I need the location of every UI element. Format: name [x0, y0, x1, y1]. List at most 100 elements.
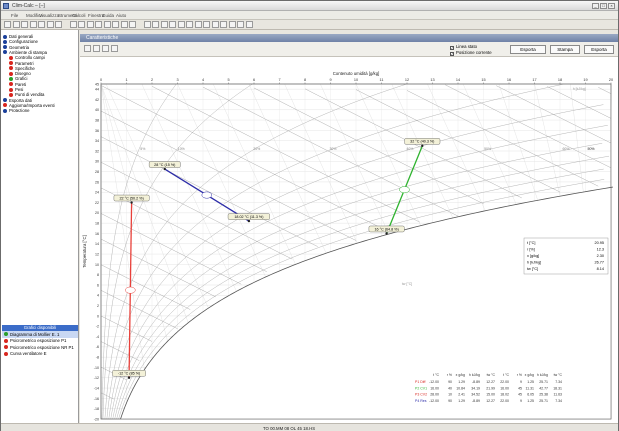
toolbar-icon[interactable] — [69, 21, 77, 28]
info-value: 8.14 — [597, 267, 604, 271]
table-cell: 9 — [520, 380, 522, 384]
toolbar-icon[interactable] — [143, 21, 151, 28]
toolbar-icon[interactable] — [237, 21, 244, 28]
status-dot-icon — [3, 34, 7, 39]
y-tick-label: 38 — [95, 118, 99, 122]
table-cell: 18.02 — [500, 393, 509, 397]
psychrometric-chart[interactable]: 45 44 42 40 38 36 34 32 30 28 26 24 22 20 18 16 14 12 10 8 6… — [80, 57, 618, 423]
settings-icon[interactable] — [111, 45, 118, 52]
table-cell: 34.52 — [471, 393, 480, 397]
toolbar-icon[interactable] — [186, 21, 193, 28]
toolbar-icon[interactable] — [228, 21, 236, 28]
y-tick-label: -14 — [94, 386, 99, 390]
y-tick-label: -4 — [96, 335, 99, 339]
toolbar-icon[interactable] — [211, 21, 219, 28]
x-tick-label: 8 — [304, 78, 306, 82]
toolbar-icon[interactable] — [194, 21, 202, 28]
app-window: Clim-Calc – [–] _ □ × File Modifica Visual… — [0, 0, 619, 431]
table-cell: 2.41 — [458, 393, 465, 397]
maximize-button[interactable]: □ — [600, 3, 607, 9]
toolbar-icon[interactable] — [4, 21, 11, 28]
y-tick-label: -12 — [94, 376, 99, 380]
rh-label: 30% — [329, 147, 336, 151]
tree-item-label: Aggiorna/Importa eventi — [9, 102, 55, 108]
toolbar-icon[interactable] — [169, 21, 176, 28]
state-point — [421, 144, 424, 148]
x-tick-label: 0 — [100, 78, 102, 82]
table-cell: 90 — [448, 399, 452, 403]
toolbar-icon[interactable] — [38, 21, 45, 28]
export-button[interactable]: Esporta — [510, 45, 546, 54]
check-label-1: Linea stato — [456, 44, 478, 49]
toolbar-icon[interactable] — [21, 21, 28, 28]
print-icon[interactable] — [84, 45, 91, 52]
table-header: h kJ/kg — [537, 373, 548, 377]
chart-list-item[interactable]: Curva ventilatore E — [2, 351, 78, 358]
chart-list-label: Diagramma di Mollier E. 1 — [10, 331, 60, 337]
x-tick-label: 12 — [405, 78, 409, 82]
toolbar-icon[interactable] — [95, 21, 102, 28]
status-dot-icon — [9, 76, 13, 81]
toolbar-icon[interactable] — [129, 21, 136, 28]
enthalpy-label: h [kJ/kg] — [573, 87, 586, 91]
toolbar-icon[interactable] — [152, 21, 159, 28]
tree-item-label: Configurazione — [9, 39, 38, 45]
toolbar-icon[interactable] — [86, 21, 94, 28]
menu-item-6[interactable]: Guida — [102, 13, 114, 18]
menu-item-7[interactable]: Aiuto — [116, 13, 126, 18]
panel-title: Caratteristiche — [80, 34, 618, 42]
toolbar-icon[interactable] — [220, 21, 227, 28]
rh-label: 50% — [484, 147, 491, 151]
toolbar-icon[interactable] — [245, 21, 253, 28]
print-button[interactable]: Stampa — [550, 45, 580, 54]
y-tick-label: 6 — [97, 283, 99, 287]
menu-item-4[interactable]: Calcoli — [72, 13, 86, 18]
check-current-position[interactable]: ✓ Posizione corrente — [450, 50, 492, 56]
rh-label: 70% — [588, 147, 595, 151]
info-value: 26.77 — [594, 261, 604, 265]
data-table-bg — [410, 371, 610, 404]
toolbar-icon[interactable] — [203, 21, 210, 28]
tree-item[interactable]: Protezione — [3, 108, 30, 114]
state-point — [385, 232, 388, 235]
toolbar-icon[interactable] — [78, 21, 85, 28]
chart-list-label: Psicrometrico esposizione NR P1 — [10, 344, 74, 350]
x-tick-label: 15 — [481, 78, 485, 82]
toolbar-icon[interactable] — [177, 21, 185, 28]
toolbar-icon[interactable] — [29, 21, 37, 28]
toolbar-icon[interactable] — [103, 21, 111, 28]
y-tick-label: 22 — [95, 201, 99, 205]
toolbar-icon[interactable] — [55, 21, 62, 28]
menu-item-0[interactable]: File — [11, 13, 18, 18]
table-header: t °C — [433, 373, 439, 377]
y-tick-label: 30 — [95, 160, 99, 164]
x-tick-label: 7 — [278, 78, 280, 82]
checkbox-icon[interactable]: ✓ — [450, 52, 454, 56]
table-cell: 7.34 — [555, 380, 562, 384]
toolbar-icon[interactable] — [12, 21, 20, 28]
table-cell: 40 — [448, 386, 452, 390]
menu-item-2[interactable]: Visualizza — [39, 13, 59, 18]
x-tick-label: 13 — [430, 78, 434, 82]
minimize-button[interactable]: _ — [592, 3, 599, 9]
status-dot-icon — [9, 55, 13, 60]
y-tick-label: 12 — [95, 252, 99, 256]
tree-item-label: Pareti — [15, 81, 27, 87]
status-dot-icon — [3, 98, 7, 103]
table-cell: 15.00 — [486, 393, 495, 397]
toolbar-icon[interactable] — [160, 21, 168, 28]
chart-svg[interactable]: 4544424038363432302826242220181614121086… — [80, 57, 618, 423]
zoom-icon[interactable] — [102, 45, 109, 52]
toolbar-icon[interactable] — [46, 21, 54, 28]
title-bar[interactable]: Clim-Calc – [–] _ □ × — [1, 1, 618, 11]
app-icon — [3, 3, 9, 9]
copy-icon[interactable] — [93, 45, 100, 52]
toolbar-icon[interactable] — [120, 21, 128, 28]
toolbar-icon[interactable] — [112, 21, 119, 28]
status-dot-icon — [3, 50, 7, 55]
x-tick-label: 11 — [380, 78, 384, 82]
close-button[interactable]: × — [608, 3, 615, 9]
info-value: 12.3 — [597, 248, 604, 252]
point-label: 18.02 °C (11.3 %) — [227, 213, 270, 220]
export-button-2[interactable]: Esporta — [584, 45, 614, 54]
